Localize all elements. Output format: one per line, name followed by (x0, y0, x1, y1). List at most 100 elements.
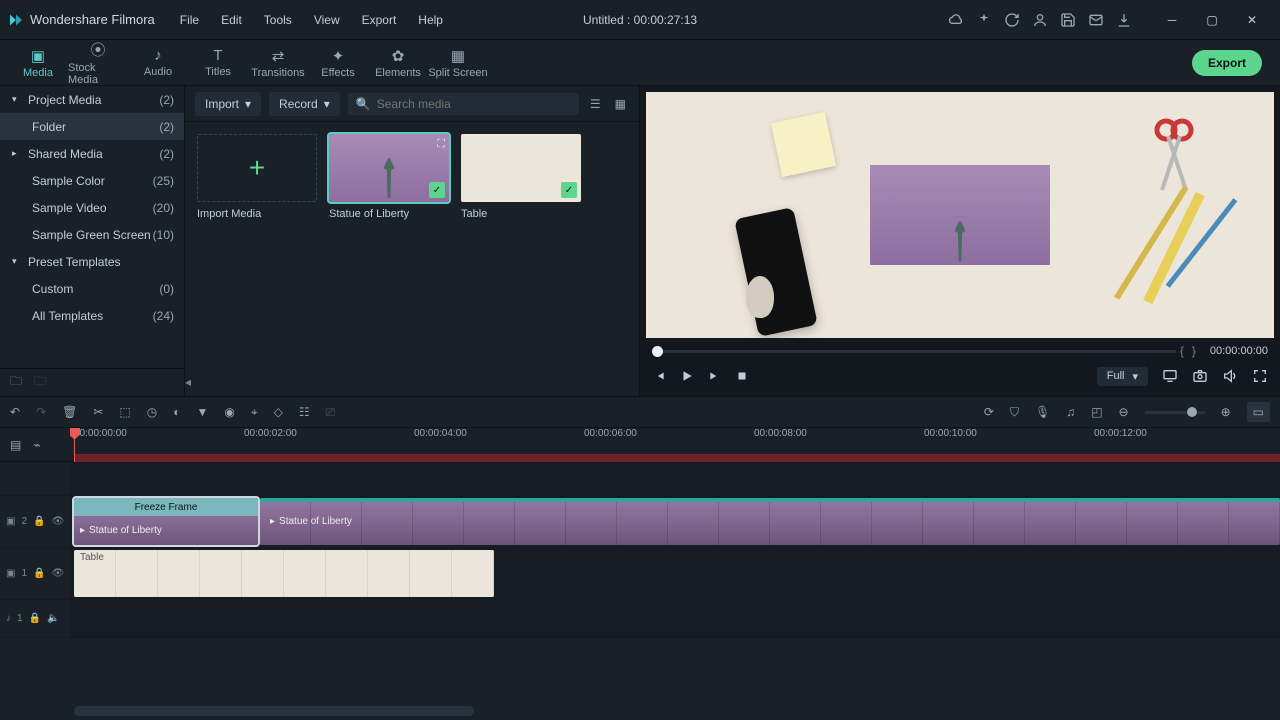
crop-button[interactable]: ⬚ (119, 405, 130, 419)
menu-tools[interactable]: Tools (257, 9, 299, 31)
tab-effects[interactable]: ✦Effects (308, 40, 368, 86)
motion-tracking-button[interactable]: ⌖ (251, 405, 258, 420)
eye-icon[interactable]: 👁 (51, 516, 64, 527)
clip-table[interactable]: Table (74, 550, 494, 597)
clip-freeze-frame[interactable]: Freeze Frame ▸Statue of Liberty (74, 498, 258, 545)
lock-icon[interactable]: 🔒 (33, 516, 45, 527)
menu-export[interactable]: Export (355, 9, 404, 31)
keyframe-button[interactable]: ◉ (224, 405, 234, 419)
lock-icon[interactable]: 🔒 (33, 568, 45, 579)
caption-button[interactable]: ◰ (1091, 405, 1102, 419)
stop-button[interactable] (736, 370, 748, 382)
import-media-tile[interactable]: + Import Media (197, 134, 317, 220)
fullscreen-icon[interactable] (1252, 368, 1268, 384)
track-v1[interactable]: ▣1🔒👁 Table (0, 548, 1280, 600)
audio-ducking-button[interactable]: ♫ (1066, 405, 1075, 419)
audio-mixer-button[interactable]: ⎚ (326, 405, 336, 420)
cloud-icon[interactable] (948, 12, 964, 28)
safe-zone-button[interactable]: ⛉ (1010, 405, 1019, 420)
close-button[interactable]: ✕ (1232, 4, 1272, 36)
volume-icon[interactable] (1222, 368, 1238, 384)
preview-scrubber[interactable]: { } 00:00:00:00 (646, 342, 1274, 360)
tab-media[interactable]: ▣Media (8, 40, 68, 86)
redo-button[interactable]: ↷ (36, 405, 46, 419)
tab-audio[interactable]: ♪Audio (128, 40, 188, 86)
folder-icon[interactable]: 🗀 (34, 372, 46, 393)
timeline-options-icon[interactable]: ▤ (10, 438, 21, 452)
render-button[interactable]: ⟳ (984, 405, 994, 419)
mark-in-icon[interactable]: { (1176, 344, 1188, 358)
playhead[interactable] (74, 428, 75, 462)
tab-elements[interactable]: ✿Elements (368, 40, 428, 86)
sparkle-icon[interactable] (976, 12, 992, 28)
menu-edit[interactable]: Edit (214, 9, 249, 31)
search-input[interactable] (377, 97, 571, 111)
tab-split-screen[interactable]: ▦Split Screen (428, 40, 488, 86)
collapse-sidebar-icon[interactable]: ◂ (185, 375, 191, 389)
tab-titles[interactable]: TTitles (188, 40, 248, 86)
export-button[interactable]: Export (1192, 50, 1262, 76)
timeline-ruler-row: ▤ ⌁ 00:00:00:00 00:00:02:00 00:00:04:00 … (0, 428, 1280, 462)
mute-icon[interactable]: 🔈 (47, 613, 59, 624)
mail-icon[interactable] (1088, 12, 1104, 28)
save-icon[interactable] (1060, 12, 1076, 28)
zoom-out-button[interactable]: ⊖ (1119, 405, 1129, 419)
record-dropdown[interactable]: Record▾ (269, 92, 340, 116)
marker-button[interactable]: ◇ (274, 405, 283, 419)
grid-view-icon[interactable]: ▦ (612, 94, 629, 114)
prev-frame-button[interactable] (652, 369, 666, 383)
split-button[interactable]: ✂ (93, 405, 103, 419)
sidebar-preset-templates[interactable]: ▾Preset Templates (0, 248, 184, 275)
quality-dropdown[interactable]: Full▾ (1097, 367, 1148, 386)
track-a1[interactable]: ♪1🔒🔈 (0, 600, 1280, 638)
preview-viewport[interactable] (646, 92, 1274, 338)
import-dropdown[interactable]: Import▾ (195, 92, 261, 116)
refresh-icon[interactable] (1004, 12, 1020, 28)
delete-button[interactable]: 🗑 (62, 405, 77, 419)
account-icon[interactable] (1032, 12, 1048, 28)
mark-out-icon[interactable]: } (1188, 344, 1200, 358)
media-item-statue[interactable]: ⛶✓ Statue of Liberty (329, 134, 449, 220)
sidebar-custom[interactable]: Custom(0) (0, 275, 184, 302)
document-title: Untitled : 00:00:27:13 (583, 13, 697, 27)
undo-button[interactable]: ↶ (10, 405, 20, 419)
sidebar-project-media[interactable]: ▾Project Media(2) (0, 86, 184, 113)
voiceover-button[interactable]: 🎙 (1035, 405, 1050, 419)
next-frame-button[interactable] (708, 369, 722, 383)
new-folder-icon[interactable]: 🗀 (10, 372, 22, 393)
magnet-icon[interactable]: ⌁ (33, 438, 40, 452)
sidebar-shared-media[interactable]: ▸Shared Media(2) (0, 140, 184, 167)
filter-icon[interactable]: ☰ (587, 94, 604, 114)
menu-view[interactable]: View (307, 9, 347, 31)
media-item-table[interactable]: ✓ Table (461, 134, 581, 220)
minimize-button[interactable]: ─ (1152, 4, 1192, 36)
adjust-button[interactable]: ☷ (299, 405, 310, 419)
sidebar-sample-green-screen[interactable]: Sample Green Screen(10) (0, 221, 184, 248)
track-v2[interactable]: ▣2🔒👁 Freeze Frame ▸Statue of Liberty ▸St… (0, 496, 1280, 548)
zoom-slider[interactable] (1145, 411, 1205, 414)
maximize-button[interactable]: ▢ (1192, 4, 1232, 36)
menu-help[interactable]: Help (411, 9, 450, 31)
color-button[interactable]: ◐ (173, 405, 180, 419)
clip-statue-of-liberty[interactable]: ▸Statue of Liberty (260, 498, 1280, 545)
tab-stock-media[interactable]: ⦿Stock Media (68, 40, 128, 86)
menu-file[interactable]: File (173, 9, 206, 31)
download-icon[interactable] (1116, 12, 1132, 28)
sidebar-all-templates[interactable]: All Templates(24) (0, 302, 184, 329)
lock-icon[interactable]: 🔒 (29, 613, 41, 624)
display-icon[interactable] (1162, 368, 1178, 384)
search-field[interactable]: 🔍 (348, 93, 579, 115)
tab-transitions[interactable]: ⇄Transitions (248, 40, 308, 86)
sidebar-folder[interactable]: Folder(2) (0, 113, 184, 140)
play-button[interactable] (680, 369, 694, 383)
green-screen-button[interactable]: ▼ (197, 405, 209, 419)
eye-icon[interactable]: 👁 (51, 568, 64, 579)
sidebar-sample-video[interactable]: Sample Video(20) (0, 194, 184, 221)
zoom-in-button[interactable]: ⊕ (1221, 405, 1231, 419)
snapshot-icon[interactable] (1192, 368, 1208, 384)
sidebar-sample-color[interactable]: Sample Color(25) (0, 167, 184, 194)
speed-button[interactable]: ◷ (147, 405, 157, 419)
timeline-horizontal-scrollbar[interactable] (74, 706, 474, 716)
zoom-fit-button[interactable]: ▭ (1247, 402, 1270, 422)
timeline-ruler[interactable]: 00:00:00:00 00:00:02:00 00:00:04:00 00:0… (70, 428, 1280, 462)
